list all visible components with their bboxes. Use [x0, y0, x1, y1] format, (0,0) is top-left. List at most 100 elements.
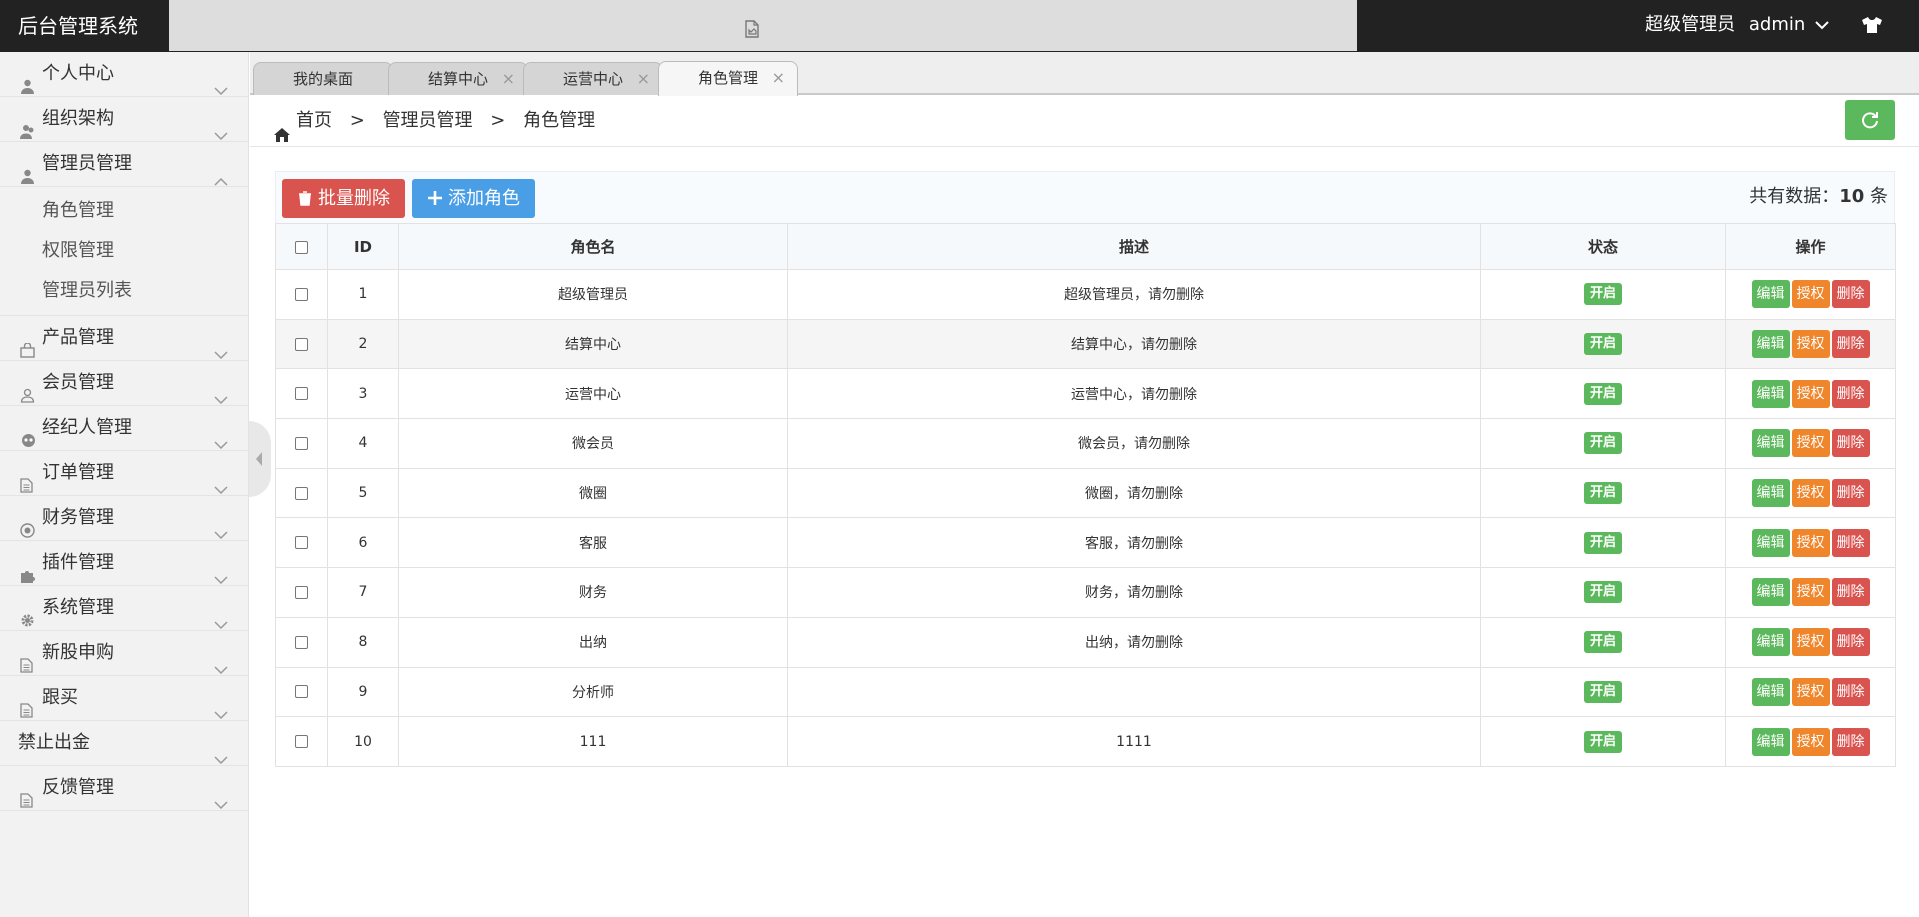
- status-badge[interactable]: 开启: [1583, 680, 1622, 703]
- authorize-button[interactable]: 授权: [1791, 578, 1830, 607]
- authorize-button[interactable]: 授权: [1791, 479, 1830, 508]
- top-header: 后台管理系统 超级管理员 admin: [0, 0, 1919, 52]
- edit-button[interactable]: 编辑: [1751, 677, 1790, 706]
- delete-button[interactable]: 删除: [1831, 578, 1870, 607]
- cell-status: 开启: [1480, 567, 1726, 618]
- row-checkbox[interactable]: [295, 536, 308, 550]
- row-checkbox[interactable]: [295, 585, 308, 599]
- delete-button[interactable]: 删除: [1831, 379, 1870, 408]
- status-badge[interactable]: 开启: [1583, 283, 1622, 306]
- status-badge[interactable]: 开启: [1583, 432, 1622, 455]
- sidebar-item-3[interactable]: 产品管理: [0, 316, 248, 361]
- status-badge[interactable]: 开启: [1583, 482, 1622, 505]
- edit-button[interactable]: 编辑: [1751, 479, 1790, 508]
- sidebar-item-0[interactable]: 个人中心: [0, 52, 248, 97]
- sidebar-item-label: 系统管理: [42, 597, 114, 618]
- delete-button[interactable]: 删除: [1831, 528, 1870, 557]
- user-role: 超级管理员: [1645, 14, 1736, 35]
- breadcrumb-separator: >: [349, 110, 365, 131]
- add-role-button[interactable]: 添加角色: [412, 179, 535, 218]
- authorize-button[interactable]: 授权: [1791, 330, 1830, 359]
- breadcrumb-section[interactable]: 管理员管理: [383, 110, 473, 131]
- delete-button[interactable]: 删除: [1831, 677, 1870, 706]
- sidebar-item-1[interactable]: 组织架构: [0, 97, 248, 142]
- edit-button[interactable]: 编辑: [1751, 330, 1790, 359]
- batch-delete-button[interactable]: 批量删除: [282, 179, 405, 218]
- tab-1[interactable]: 结算中心 ×: [388, 62, 528, 95]
- row-checkbox[interactable]: [295, 635, 308, 649]
- row-checkbox[interactable]: [295, 486, 308, 500]
- delete-button[interactable]: 删除: [1831, 628, 1870, 657]
- delete-button[interactable]: 删除: [1831, 429, 1870, 458]
- status-badge[interactable]: 开启: [1583, 631, 1622, 654]
- user-menu[interactable]: 超级管理员 admin: [1645, 0, 1829, 52]
- row-checkbox[interactable]: [295, 685, 308, 699]
- authorize-button[interactable]: 授权: [1791, 379, 1830, 408]
- edit-button[interactable]: 编辑: [1751, 429, 1790, 458]
- sidebar-item-2[interactable]: 管理员管理: [0, 142, 248, 187]
- tab-3[interactable]: 角色管理 ×: [658, 61, 798, 96]
- sidebar-item-5[interactable]: 经纪人管理: [0, 406, 248, 451]
- status-badge[interactable]: 开启: [1583, 333, 1622, 356]
- sidebar-item-12[interactable]: 禁止出金: [0, 721, 248, 766]
- close-icon[interactable]: ×: [502, 63, 515, 95]
- authorize-button[interactable]: 授权: [1791, 628, 1830, 657]
- delete-button[interactable]: 删除: [1831, 479, 1870, 508]
- close-icon[interactable]: ×: [772, 62, 785, 94]
- row-checkbox[interactable]: [295, 337, 308, 351]
- edit-button[interactable]: 编辑: [1751, 628, 1790, 657]
- cell-actions: 编辑 授权 删除: [1725, 517, 1896, 569]
- sidebar-item-label: 插件管理: [42, 552, 114, 573]
- row-select-cell: [275, 716, 328, 767]
- sidebar-item-10[interactable]: 新股申购: [0, 631, 248, 676]
- authorize-button[interactable]: 授权: [1791, 528, 1830, 557]
- cell-id: 2: [327, 318, 399, 370]
- edit-button[interactable]: 编辑: [1751, 280, 1790, 309]
- edit-button[interactable]: 编辑: [1751, 379, 1790, 408]
- cell-status: 开启: [1480, 517, 1726, 569]
- sidebar-item-7[interactable]: 财务管理: [0, 496, 248, 541]
- sidebar-subitem[interactable]: 角色管理: [0, 191, 248, 231]
- skin-shirt-icon[interactable]: [1861, 16, 1883, 38]
- tab-2[interactable]: 运营中心 ×: [523, 62, 663, 95]
- row-checkbox[interactable]: [295, 436, 308, 450]
- sidebar-item-label: 新股申购: [42, 642, 114, 663]
- row-select-cell: [275, 467, 328, 519]
- authorize-button[interactable]: 授权: [1791, 677, 1830, 706]
- edit-button[interactable]: 编辑: [1751, 528, 1790, 557]
- close-icon[interactable]: ×: [637, 63, 650, 95]
- sidebar-subitem[interactable]: 权限管理: [0, 231, 248, 271]
- puzzle-icon: [20, 556, 35, 583]
- cell-role-name: 111: [398, 716, 788, 767]
- table-row: 2 结算中心 结算中心，请勿删除 开启 编辑 授权 删除: [275, 318, 1896, 370]
- sidebar-item-13[interactable]: 反馈管理: [0, 766, 248, 811]
- row-checkbox[interactable]: [295, 387, 308, 401]
- authorize-button[interactable]: 授权: [1791, 280, 1830, 309]
- sidebar-subitem[interactable]: 管理员列表: [0, 271, 248, 311]
- authorize-button[interactable]: 授权: [1791, 429, 1830, 458]
- status-badge[interactable]: 开启: [1583, 531, 1622, 554]
- edit-button[interactable]: 编辑: [1751, 727, 1790, 756]
- column-header-id: ID: [327, 223, 399, 270]
- sidebar-item-8[interactable]: 插件管理: [0, 541, 248, 586]
- delete-button[interactable]: 删除: [1831, 330, 1870, 359]
- tab-0[interactable]: 我的桌面: [253, 62, 393, 95]
- sidebar-item-label: 跟买: [42, 687, 78, 708]
- breadcrumb-home[interactable]: 首页: [296, 110, 332, 131]
- sidebar-item-11[interactable]: 跟买: [0, 676, 248, 721]
- edit-button[interactable]: 编辑: [1751, 578, 1790, 607]
- row-checkbox[interactable]: [295, 735, 308, 749]
- delete-button[interactable]: 删除: [1831, 727, 1870, 756]
- select-all-checkbox[interactable]: [295, 240, 308, 254]
- sidebar-collapse-handle[interactable]: [249, 421, 271, 497]
- status-badge[interactable]: 开启: [1583, 382, 1622, 405]
- status-badge[interactable]: 开启: [1583, 730, 1622, 753]
- sidebar-item-9[interactable]: 系统管理: [0, 586, 248, 631]
- authorize-button[interactable]: 授权: [1791, 727, 1830, 756]
- refresh-button[interactable]: [1845, 100, 1895, 140]
- delete-button[interactable]: 删除: [1831, 280, 1870, 309]
- row-checkbox[interactable]: [295, 287, 308, 301]
- sidebar-item-4[interactable]: 会员管理: [0, 361, 248, 406]
- status-badge[interactable]: 开启: [1583, 581, 1622, 604]
- sidebar-item-6[interactable]: 订单管理: [0, 451, 248, 496]
